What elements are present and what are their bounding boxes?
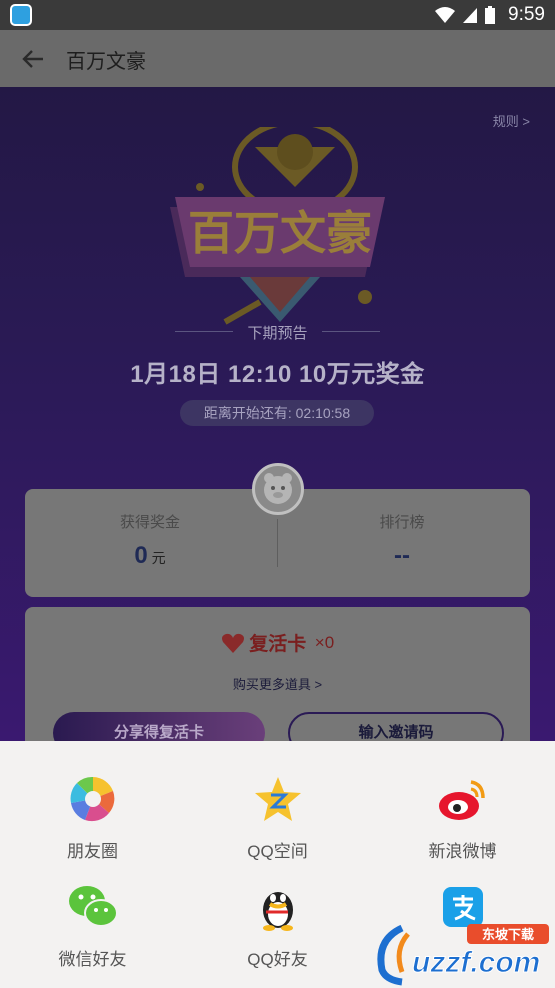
rank-label: 排行榜: [379, 514, 425, 531]
qq-icon: [250, 879, 306, 935]
share-qq[interactable]: QQ好友: [185, 879, 370, 970]
moments-icon: [65, 771, 121, 827]
site-watermark: 东坡下载 uzzf.com: [372, 920, 552, 986]
share-revive-button[interactable]: 分享得复活卡: [53, 712, 265, 741]
hero-section: 规则 > 百万文豪 下期预告 1月18日 12:10 10万元奖金 距离开始还有…: [0, 87, 555, 741]
prize-label: 获得奖金: [119, 514, 180, 531]
revive-card: 复活卡 ×0 购买更多道具 > 分享得复活卡 输入邀请码: [25, 607, 530, 741]
share-label: 新浪微博: [428, 842, 497, 861]
countdown-badge: 距离开始还有: 02:10:58: [180, 400, 374, 426]
revive-row: 复活卡 ×0: [25, 629, 530, 656]
prize-value: 0: [134, 542, 148, 569]
next-session-time: 1月18日 12:10 10万元奖金: [130, 361, 425, 388]
game-logo: 百万文豪: [170, 127, 385, 325]
prize-stat: 获得奖金 0元: [25, 511, 275, 570]
share-wechat[interactable]: 微信好友: [0, 879, 185, 970]
status-bar: 9:59: [0, 0, 555, 30]
avatar-icon: [264, 473, 292, 504]
heart-icon: [221, 633, 244, 653]
weibo-icon: [435, 771, 491, 827]
next-label: 下期预告: [175, 322, 380, 343]
rules-link[interactable]: 规则 >: [493, 111, 530, 130]
wechat-icon: [65, 879, 121, 935]
rank-stat[interactable]: 排行榜 --: [277, 511, 527, 570]
avatar[interactable]: [252, 463, 304, 515]
share-label: QQ空间: [247, 842, 308, 861]
back-button[interactable]: [18, 44, 48, 74]
page-title: 百万文豪: [66, 51, 146, 73]
logo-text: 百万文豪: [188, 207, 372, 259]
next-label-row: 下期预告: [0, 322, 555, 343]
prize-value-row: 0元: [25, 542, 275, 570]
share-moments[interactable]: 朋友圈: [0, 771, 185, 862]
share-label: 朋友圈: [67, 842, 118, 861]
qzone-icon: [250, 771, 306, 827]
share-qzone[interactable]: QQ空间: [185, 771, 370, 862]
share-label: QQ好友: [247, 950, 308, 969]
prize-unit: 元: [151, 550, 166, 566]
share-label: 微信好友: [58, 950, 127, 969]
battery-icon: [485, 6, 496, 24]
rank-value: --: [394, 542, 410, 569]
app-bar: 百万文豪: [0, 30, 555, 87]
invite-code-button[interactable]: 输入邀请码: [288, 712, 504, 741]
status-icons: 9:59: [434, 4, 545, 26]
signal-icon: [463, 8, 478, 23]
watermark-subtext: 东坡下载: [482, 927, 534, 942]
share-weibo[interactable]: 新浪微博: [370, 771, 555, 862]
status-time: 9:59: [508, 4, 545, 25]
revive-label: 复活卡: [249, 634, 307, 655]
watermark-text: uzzf.com: [412, 946, 540, 979]
arrow-left-icon: [22, 50, 43, 68]
revive-count: ×0: [314, 632, 335, 652]
app-icon: [10, 4, 32, 26]
buy-more-link[interactable]: 购买更多道具 >: [25, 674, 530, 693]
wifi-icon: [435, 7, 456, 23]
